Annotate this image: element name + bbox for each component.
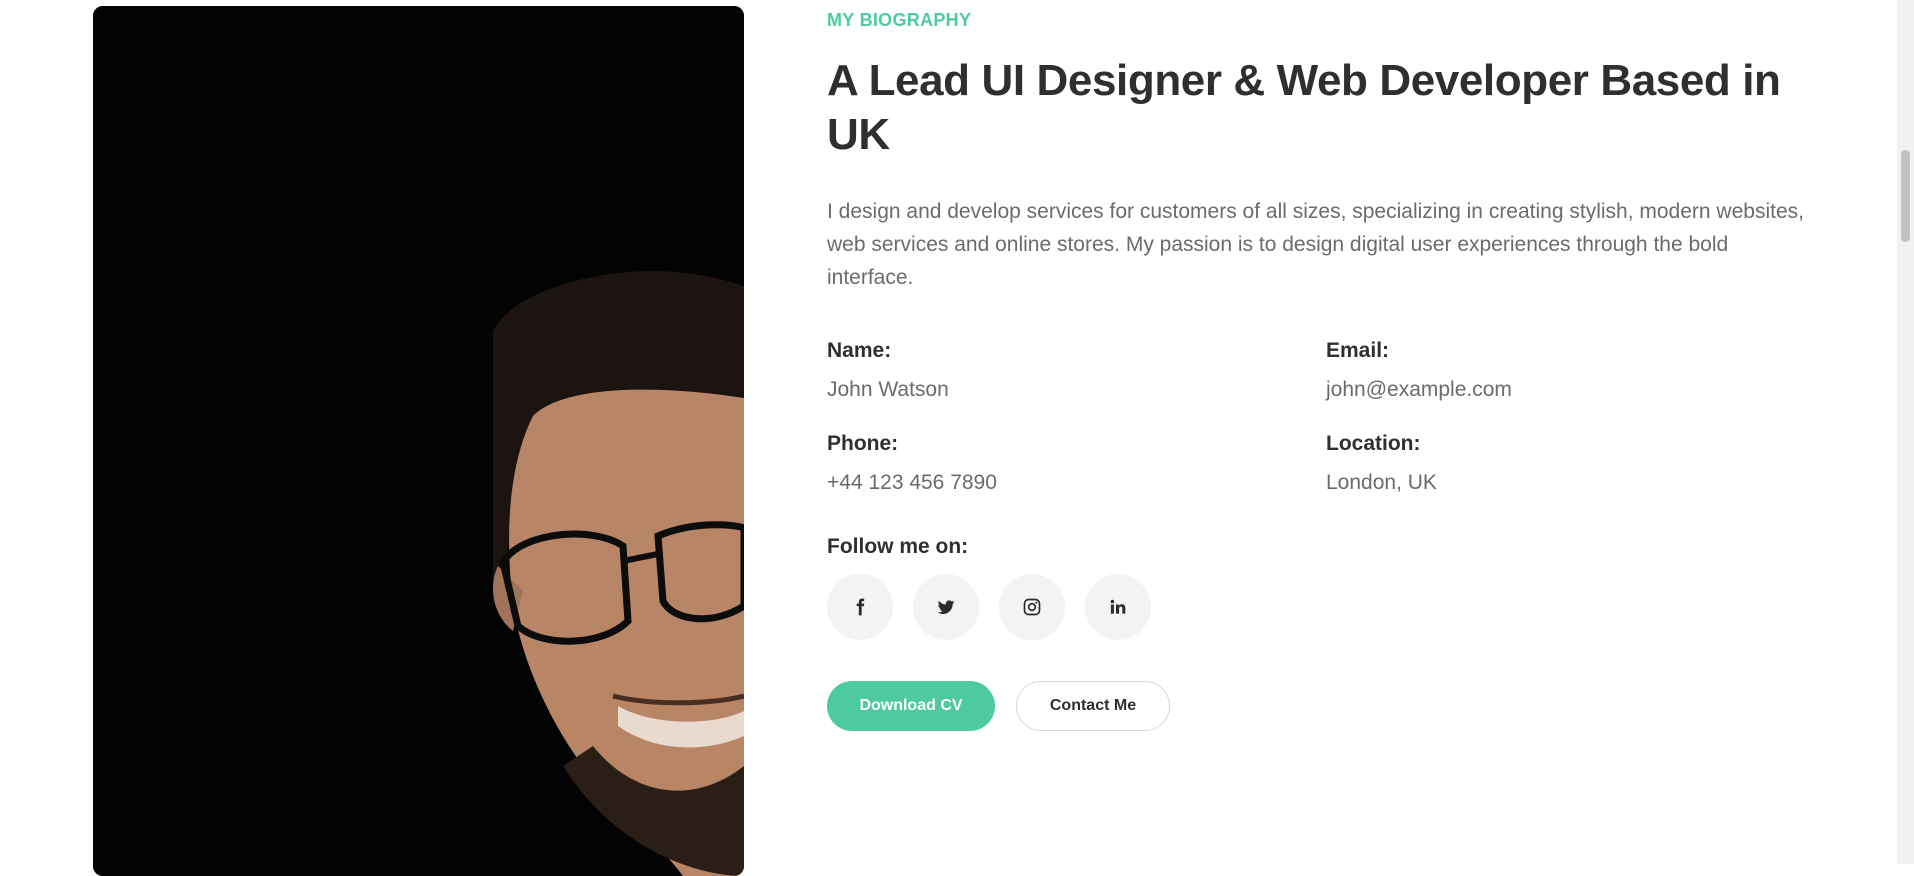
contact-me-button[interactable]: Contact Me [1016,681,1170,731]
section-eyebrow: MY BIOGRAPHY [827,10,972,30]
linkedin-link[interactable] [1085,574,1151,640]
twitter-icon [937,600,955,614]
linkedin-icon [1110,599,1126,614]
scrollbar-thumb[interactable] [1901,150,1910,242]
phone-label: Phone: [827,432,899,455]
location-value: London, UK [1326,471,1437,494]
email-label: Email: [1326,339,1390,362]
download-cv-button[interactable]: Download CV [827,681,995,731]
name-value: John Watson [827,378,949,401]
profile-photo [93,6,744,876]
instagram-icon [1023,598,1041,616]
facebook-icon [856,598,865,616]
follow-label: Follow me on: [827,535,969,558]
phone-value[interactable]: +44 123 456 7890 [827,471,997,495]
facebook-link[interactable] [827,574,893,640]
bio-description: I design and develop services for custom… [827,200,1804,289]
instagram-link[interactable] [999,574,1065,640]
portrait-image [93,6,744,876]
email-value[interactable]: john@example.com [1326,378,1512,402]
name-label: Name: [827,339,892,362]
page-title: A Lead UI Designer & Web Developer Based… [827,56,1781,159]
twitter-link[interactable] [913,574,979,640]
location-label: Location: [1326,432,1421,455]
page-scrollbar[interactable] [1897,0,1914,864]
